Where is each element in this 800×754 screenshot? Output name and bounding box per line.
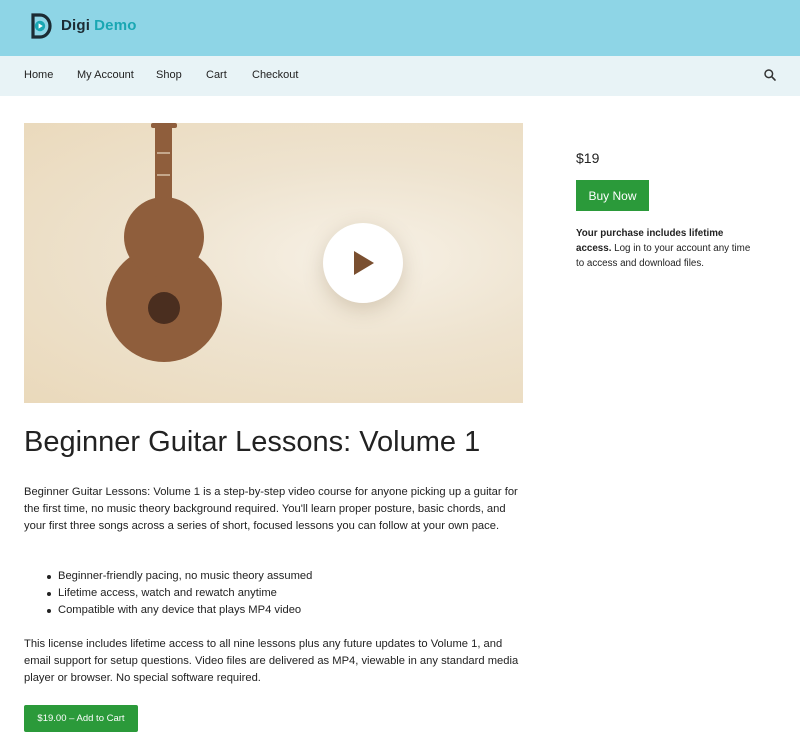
brand-logo-icon[interactable] — [30, 13, 52, 39]
feature-item: Beginner-friendly pacing, no music theor… — [46, 568, 516, 585]
buy-now-button[interactable]: Buy Now — [576, 180, 649, 211]
product-price: $19 — [576, 150, 600, 166]
feature-item: Lifetime access, watch and rewatch anyti… — [46, 585, 516, 602]
nav-checkout[interactable]: Checkout — [252, 69, 298, 81]
product-video-image[interactable] — [24, 123, 523, 403]
nav-cart[interactable]: Cart — [206, 69, 227, 81]
site-title[interactable]: Digi Demo — [61, 17, 137, 34]
play-icon — [354, 251, 374, 275]
brand-name-part1: Digi — [61, 17, 91, 34]
search-icon[interactable] — [763, 68, 777, 82]
feature-item: Compatible with any device that plays MP… — [46, 602, 516, 619]
site-header: Digi Demo — [0, 0, 800, 56]
brand-name-part2: Demo — [94, 17, 137, 34]
nav-shop[interactable]: Shop — [156, 69, 182, 81]
nav-my-account[interactable]: My Account — [77, 69, 134, 81]
feature-list: Beginner-friendly pacing, no music theor… — [46, 568, 516, 619]
main-navigation: Home My Account Shop Cart Checkout — [0, 56, 800, 96]
nav-home[interactable]: Home — [24, 69, 53, 81]
purchase-note: Your purchase includes lifetime access. … — [576, 226, 751, 271]
play-button[interactable] — [323, 223, 403, 303]
guitar-illustration — [106, 123, 222, 362]
product-title: Beginner Guitar Lessons: Volume 1 — [24, 426, 481, 458]
product-description: Beginner Guitar Lessons: Volume 1 is a s… — [24, 486, 518, 532]
add-to-cart-button[interactable]: $19.00 – Add to Cart — [24, 705, 138, 732]
license-description: This license includes lifetime access to… — [24, 638, 519, 684]
